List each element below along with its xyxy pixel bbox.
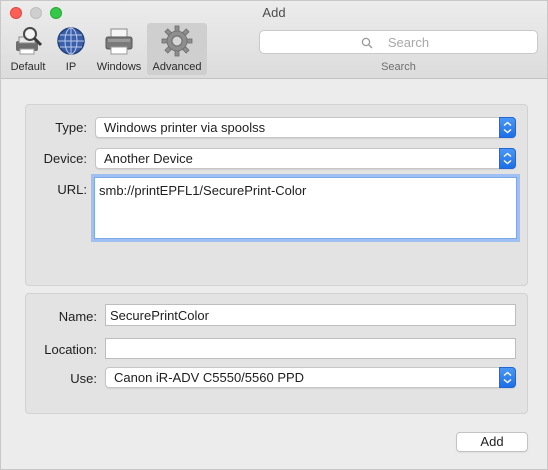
toolbar-windows-label: Windows [96,61,142,73]
toolbar-advanced-label: Advanced [152,61,202,73]
chevron-updown-icon [499,117,516,138]
use-value: Canon iR-ADV C5550/5560 PPD [114,370,305,385]
url-field[interactable]: smb://printEPFL1/SecurePrint-Color [94,177,517,239]
toolbar-default-button[interactable]: Default [5,23,51,75]
window-title: Add [262,5,286,20]
search-input[interactable] [260,31,537,53]
gear-icon [161,25,193,57]
location-label: Location: [44,342,97,357]
name-field[interactable]: SecurePrintColor [105,304,516,326]
toolbar: Add Default IP Windows Advanced Search S… [1,1,547,79]
toolbar-windows-button[interactable]: Windows [93,23,145,75]
device-label: Device: [43,151,87,166]
chevron-updown-icon [499,367,516,388]
device-value: Another Device [104,151,193,166]
type-value: Windows printer via spoolss [104,120,266,135]
globe-icon [57,27,85,55]
search-field[interactable] [259,30,538,54]
device-popup[interactable]: Another Device [95,148,516,169]
name-value: SecurePrintColor [110,308,209,323]
default-printer-icon [16,27,43,55]
search-caption: Search [381,61,416,73]
add-button[interactable]: Add [456,432,528,452]
add-printer-window: Add Default IP Windows Advanced Search S… [0,0,548,470]
use-label: Use: [70,371,97,386]
search-icon [361,37,373,49]
type-popup[interactable]: Windows printer via spoolss [95,117,516,138]
toolbar-default-label: Default [10,61,46,73]
url-label: URL: [57,182,87,197]
windows-printer-icon [105,28,133,55]
use-popup[interactable]: Canon iR-ADV C5550/5560 PPD [105,367,516,388]
toolbar-ip-button[interactable]: IP [51,23,91,75]
url-value: smb://printEPFL1/SecurePrint-Color [99,183,307,198]
name-label: Name: [58,309,97,324]
toolbar-ip-label: IP [65,61,77,73]
toolbar-advanced-button[interactable]: Advanced [147,23,207,75]
type-label: Type: [55,120,87,135]
location-field[interactable] [105,338,516,359]
chevron-updown-icon [499,148,516,169]
